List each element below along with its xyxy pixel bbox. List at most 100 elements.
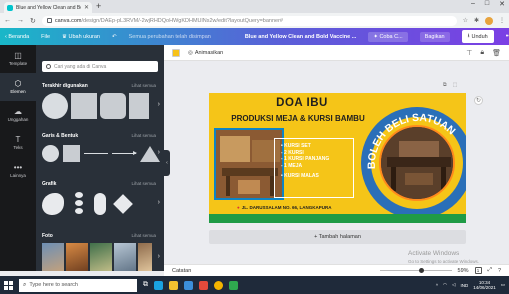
network-icon[interactable]: ◠ bbox=[443, 282, 447, 288]
new-tab-icon[interactable]: + bbox=[96, 1, 101, 11]
extensions-icon[interactable]: ✱ bbox=[474, 17, 479, 24]
design-title[interactable]: Blue and Yellow Clean and Bold Vaccine .… bbox=[245, 34, 356, 40]
circle-curved-text[interactable]: BOLEH BELI SATUAN bbox=[361, 107, 466, 219]
see-all-graphics[interactable]: Lihat semua bbox=[131, 181, 156, 186]
try-pro-button[interactable]: ✦ Coba C... bbox=[368, 31, 408, 42]
line-shape[interactable] bbox=[84, 153, 108, 154]
photo-thumbnail[interactable] bbox=[90, 243, 112, 271]
zoom-level[interactable]: 59% bbox=[458, 268, 469, 274]
photo-thumbnail[interactable] bbox=[66, 243, 88, 271]
share-button[interactable]: Bagikan bbox=[419, 31, 450, 42]
address-text[interactable]: JL. DARUSSALAM NO. 66, LANGKAPURA bbox=[237, 205, 332, 210]
cloud-graphic[interactable] bbox=[42, 193, 64, 215]
notes-button[interactable]: Catatan bbox=[172, 268, 191, 274]
arrow-line-shape[interactable] bbox=[112, 151, 137, 155]
profile-avatar[interactable] bbox=[485, 16, 493, 25]
browser-menu-icon[interactable]: ⋮ bbox=[499, 17, 505, 24]
add-page-button[interactable]: + Tambah halaman bbox=[209, 230, 466, 244]
store-app-icon[interactable] bbox=[184, 280, 193, 290]
minimize-button[interactable]: – bbox=[471, 0, 475, 8]
duplicate-page-icon[interactable]: ⧉ bbox=[443, 82, 447, 88]
animate-label: Animasikan bbox=[194, 49, 224, 56]
zoom-slider-knob[interactable] bbox=[419, 267, 425, 273]
trash-icon[interactable]: 🗑︎ bbox=[492, 49, 501, 57]
rail-item-uploads[interactable]: ☁ Unggahan bbox=[0, 101, 36, 129]
undo-icon[interactable]: ↶ bbox=[112, 34, 117, 40]
add-page-icon[interactable]: ⬚ bbox=[453, 82, 458, 88]
photos-row bbox=[42, 243, 152, 271]
window-controls: – □ ✕ bbox=[471, 0, 505, 8]
see-all-lines-shapes[interactable]: Lihat semua bbox=[131, 133, 156, 138]
circle-shape[interactable] bbox=[42, 145, 59, 162]
stacked-dots-graphic[interactable] bbox=[74, 192, 84, 216]
star-icon[interactable]: ☆ bbox=[463, 17, 468, 24]
edge-app-icon[interactable] bbox=[154, 280, 163, 290]
file-explorer-icon[interactable] bbox=[169, 280, 178, 290]
page-count[interactable]: 1 bbox=[474, 267, 482, 274]
template-icon: ◫ bbox=[14, 51, 22, 60]
see-all-recent[interactable]: Lihat semua bbox=[131, 83, 156, 88]
chrome-app-icon[interactable] bbox=[214, 280, 223, 290]
refresh-icon[interactable]: ↻ bbox=[474, 96, 483, 105]
chevron-right-icon[interactable]: › bbox=[158, 149, 160, 156]
design-page[interactable]: DOA IBU PRODUKSI MEJA & KURSI BAMBU • KU… bbox=[209, 93, 466, 223]
fullscreen-icon[interactable]: ⤢ bbox=[488, 267, 492, 274]
lock-icon[interactable]: 🔒︎ bbox=[480, 49, 484, 57]
home-button[interactable]: ‹ Beranda bbox=[5, 34, 29, 40]
rail-item-templates[interactable]: ◫ Template bbox=[0, 45, 36, 73]
taskbar-search[interactable]: ⌕ Type here to search bbox=[19, 278, 137, 292]
item-list[interactable]: • KURSI SET - 2 KURSI - 1 KURSI PANJANG … bbox=[281, 143, 329, 180]
search-input[interactable]: Cari yang ada di Canva bbox=[42, 61, 158, 72]
windows-start-icon[interactable] bbox=[4, 280, 13, 290]
download-label: Unduh bbox=[471, 33, 488, 40]
square-shape[interactable] bbox=[71, 93, 97, 119]
square-shape[interactable] bbox=[129, 93, 149, 119]
circle-shape[interactable] bbox=[42, 93, 68, 119]
rail-item-elements[interactable]: ⬡ Elemen bbox=[0, 73, 36, 101]
photo-thumbnail[interactable] bbox=[114, 243, 136, 271]
tray-chevron-icon[interactable]: ^ bbox=[436, 283, 438, 288]
diamond-graphic[interactable] bbox=[113, 194, 133, 214]
language-indicator[interactable]: IND bbox=[460, 283, 468, 288]
animate-button[interactable]: ◎ Animasikan bbox=[188, 50, 223, 56]
paint-roller-icon[interactable]: ⊤ bbox=[466, 49, 472, 57]
notifications-icon[interactable]: ▭ bbox=[501, 282, 505, 288]
chevron-right-icon[interactable]: › bbox=[158, 101, 160, 108]
resize-button[interactable]: ♛ Ubah ukuran bbox=[62, 34, 100, 40]
rounded-square-shape[interactable] bbox=[100, 93, 126, 119]
clock[interactable]: 10:34 14/06/2021 bbox=[473, 280, 496, 291]
photo-thumbnail[interactable] bbox=[138, 243, 152, 271]
zoom-slider[interactable] bbox=[379, 267, 452, 273]
svg-text:BOLEH BELI SATUAN: BOLEH BELI SATUAN bbox=[366, 112, 458, 169]
close-window-button[interactable]: ✕ bbox=[499, 0, 505, 8]
watermark-line1: Activate Windows bbox=[408, 250, 460, 257]
tab-title: Blue and Yellow Clean and Bo... bbox=[16, 4, 81, 11]
square-shape[interactable] bbox=[63, 145, 80, 162]
maximize-button[interactable]: □ bbox=[485, 0, 489, 8]
download-button[interactable]: ⭳ Unduh bbox=[461, 30, 494, 43]
address-bar[interactable]: canva.com/design/DAEp-pL3RVM/-2wjRHDQoHW… bbox=[41, 15, 457, 26]
help-icon[interactable]: ? bbox=[498, 268, 501, 274]
reload-icon[interactable]: ↻ bbox=[30, 17, 36, 25]
file-menu[interactable]: File bbox=[41, 34, 50, 40]
browser-tab[interactable]: Blue and Yellow Clean and Bo... ✕ bbox=[4, 2, 92, 13]
page-tools: ⧉ ⬚ bbox=[443, 82, 457, 88]
mail-app-icon[interactable] bbox=[199, 280, 208, 290]
app-icon[interactable] bbox=[229, 280, 238, 290]
chevron-right-icon[interactable]: › bbox=[158, 253, 160, 260]
see-all-photos[interactable]: Lihat semua bbox=[131, 233, 156, 238]
color-swatch[interactable] bbox=[172, 48, 180, 57]
green-footer-bar bbox=[209, 214, 466, 223]
task-view-icon[interactable]: ⧉ bbox=[143, 281, 148, 289]
volume-icon[interactable]: ◁ bbox=[452, 282, 455, 288]
forward-icon[interactable]: → bbox=[17, 17, 24, 24]
back-icon[interactable]: ← bbox=[4, 17, 11, 24]
design-title-text[interactable]: DOA IBU bbox=[247, 97, 357, 109]
design-subtitle-text[interactable]: PRODUKSI MEJA & KURSI BAMBU bbox=[213, 114, 383, 123]
rail-item-more[interactable]: ••• Lainnya bbox=[0, 157, 36, 185]
pill-graphic[interactable] bbox=[94, 193, 106, 215]
photo-thumbnail[interactable] bbox=[42, 243, 64, 271]
rail-item-text[interactable]: T Teks bbox=[0, 129, 36, 157]
chevron-right-icon[interactable]: › bbox=[158, 199, 160, 206]
close-tab-icon[interactable]: ✕ bbox=[84, 4, 89, 11]
